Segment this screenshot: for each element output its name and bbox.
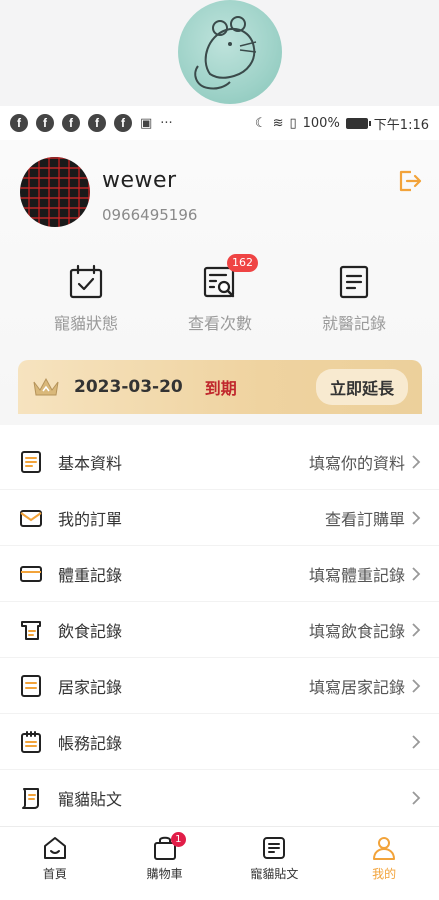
bottom-nav: 首頁 1 購物車 寵貓貼文 我的: [0, 826, 439, 886]
crown-icon: [33, 377, 59, 396]
more-notifications: ···: [160, 115, 173, 131]
view-count-badge: 162: [227, 254, 258, 272]
menu-item-label: 居家記錄: [58, 677, 123, 697]
chevron-right-icon: [412, 791, 421, 805]
shortcut-label: 就醫記錄: [321, 314, 386, 333]
menu-item-label: 寵貓貼文: [58, 790, 123, 809]
facebook-icon: f: [88, 114, 106, 132]
membership-status: 到期: [204, 379, 237, 398]
bottom-edge: [0, 886, 439, 900]
shortcut-label: 寵貓狀態: [53, 314, 118, 333]
chevron-right-icon: [412, 510, 421, 525]
logout-icon[interactable]: [396, 168, 422, 194]
facebook-icon: f: [114, 114, 132, 132]
card-icon: [20, 565, 42, 582]
menu-item-diet-records[interactable]: 飲食記錄 填寫飲食記錄: [0, 602, 439, 658]
shortcut-pet-status[interactable]: 寵貓狀態: [36, 264, 136, 334]
home-icon: [43, 837, 66, 859]
avatar[interactable]: [20, 157, 90, 227]
menu-item-action: 填寫飲食記錄: [308, 621, 405, 641]
menu-item-label: 基本資料: [58, 453, 123, 473]
top-banner: [0, 0, 439, 110]
wifi-icon: ≋: [272, 115, 284, 131]
chevron-right-icon: [412, 678, 421, 693]
clock: 下午1:16: [373, 117, 429, 133]
chevron-right-icon: [412, 566, 421, 581]
receipt-icon: [21, 620, 41, 640]
cart-badge: 1: [170, 832, 186, 847]
menu-item-label: 飲食記錄: [58, 621, 123, 641]
chevron-right-icon: [412, 454, 421, 469]
battery-icon: [345, 117, 371, 129]
chinchilla-logo-icon: [194, 16, 257, 90]
facebook-icon: f: [36, 114, 54, 132]
scroll-icon: [22, 788, 39, 809]
chevron-right-icon: [412, 622, 421, 637]
nav-label: 我的: [372, 867, 397, 881]
nav-home[interactable]: 首頁: [0, 827, 110, 886]
shortcut-medical-records[interactable]: 就醫記錄: [304, 264, 404, 334]
status-bar: f f f f f ▣ ··· ☾ ≋ ▯ 100% 下午1:16: [0, 106, 439, 140]
menu-item-action: 填寫你的資料: [308, 453, 405, 473]
profile-icon: [373, 837, 396, 860]
nav-cart[interactable]: 1 購物車: [110, 827, 220, 886]
menu-item-pet-posts[interactable]: 寵貓貼文: [0, 770, 439, 826]
membership-bar: 2023-03-20 到期 立即延長: [18, 360, 422, 414]
list-doc-icon: [21, 674, 41, 697]
menu-item-label: 帳務記錄: [58, 733, 123, 753]
menu-item-label: 我的訂單: [58, 509, 123, 529]
shortcut-label: 查看次數: [187, 314, 252, 333]
membership-expiry-date: 2023-03-20: [74, 377, 183, 397]
nav-label: 購物車: [146, 867, 183, 881]
username: wewer: [102, 168, 177, 193]
nav-pet-posts[interactable]: 寵貓貼文: [220, 827, 330, 886]
shortcut-view-count[interactable]: 162 查看次數: [170, 254, 270, 334]
moon-icon: ☾: [254, 115, 267, 131]
nav-profile[interactable]: 我的: [329, 827, 439, 886]
phone-number: 0966495196: [102, 206, 198, 224]
facebook-icon: f: [10, 114, 28, 132]
nav-label: 首頁: [42, 867, 67, 881]
envelope-icon: [20, 509, 42, 527]
menu-item-action: 填寫居家記錄: [308, 677, 405, 697]
battery-percent: 100%: [302, 115, 340, 131]
nav-label: 寵貓貼文: [250, 867, 299, 881]
menu-item-basic-info[interactable]: 基本資料 填寫你的資料: [0, 434, 439, 490]
app-logo: [178, 0, 282, 104]
facebook-icon: f: [62, 114, 80, 132]
post-icon: [263, 837, 286, 859]
system-indicators: ☾ ≋ ▯ 100% 下午1:16: [255, 114, 429, 133]
menu-item-label: 體重記錄: [58, 565, 123, 585]
menu-item-action: 填寫體重記錄: [308, 565, 405, 585]
menu-item-account-records[interactable]: 帳務記錄: [0, 714, 439, 770]
menu-item-home-records[interactable]: 居家記錄 填寫居家記錄: [0, 658, 439, 714]
calendar-check-icon: [69, 264, 103, 299]
battery-saver-icon: ▯: [289, 115, 297, 131]
image-icon: ▣: [140, 115, 153, 131]
menu-item-action: 查看訂購單: [324, 509, 405, 529]
profile-doc-icon: [21, 450, 41, 473]
settings-menu: 基本資料 填寫你的資料 我的訂單 查看訂購單 體重記錄 填寫體重記錄 飲食記錄 …: [0, 434, 439, 826]
menu-item-weight-records[interactable]: 體重記錄 填寫體重記錄: [0, 546, 439, 602]
extend-membership-button[interactable]: 立即延長: [315, 369, 408, 405]
chevron-right-icon: [412, 734, 421, 749]
menu-item-my-orders[interactable]: 我的訂單 查看訂購單: [0, 490, 439, 546]
notification-icons: f f f f f ▣ ···: [10, 114, 173, 132]
document-icon: [339, 265, 369, 299]
notepad-icon: [21, 730, 41, 753]
